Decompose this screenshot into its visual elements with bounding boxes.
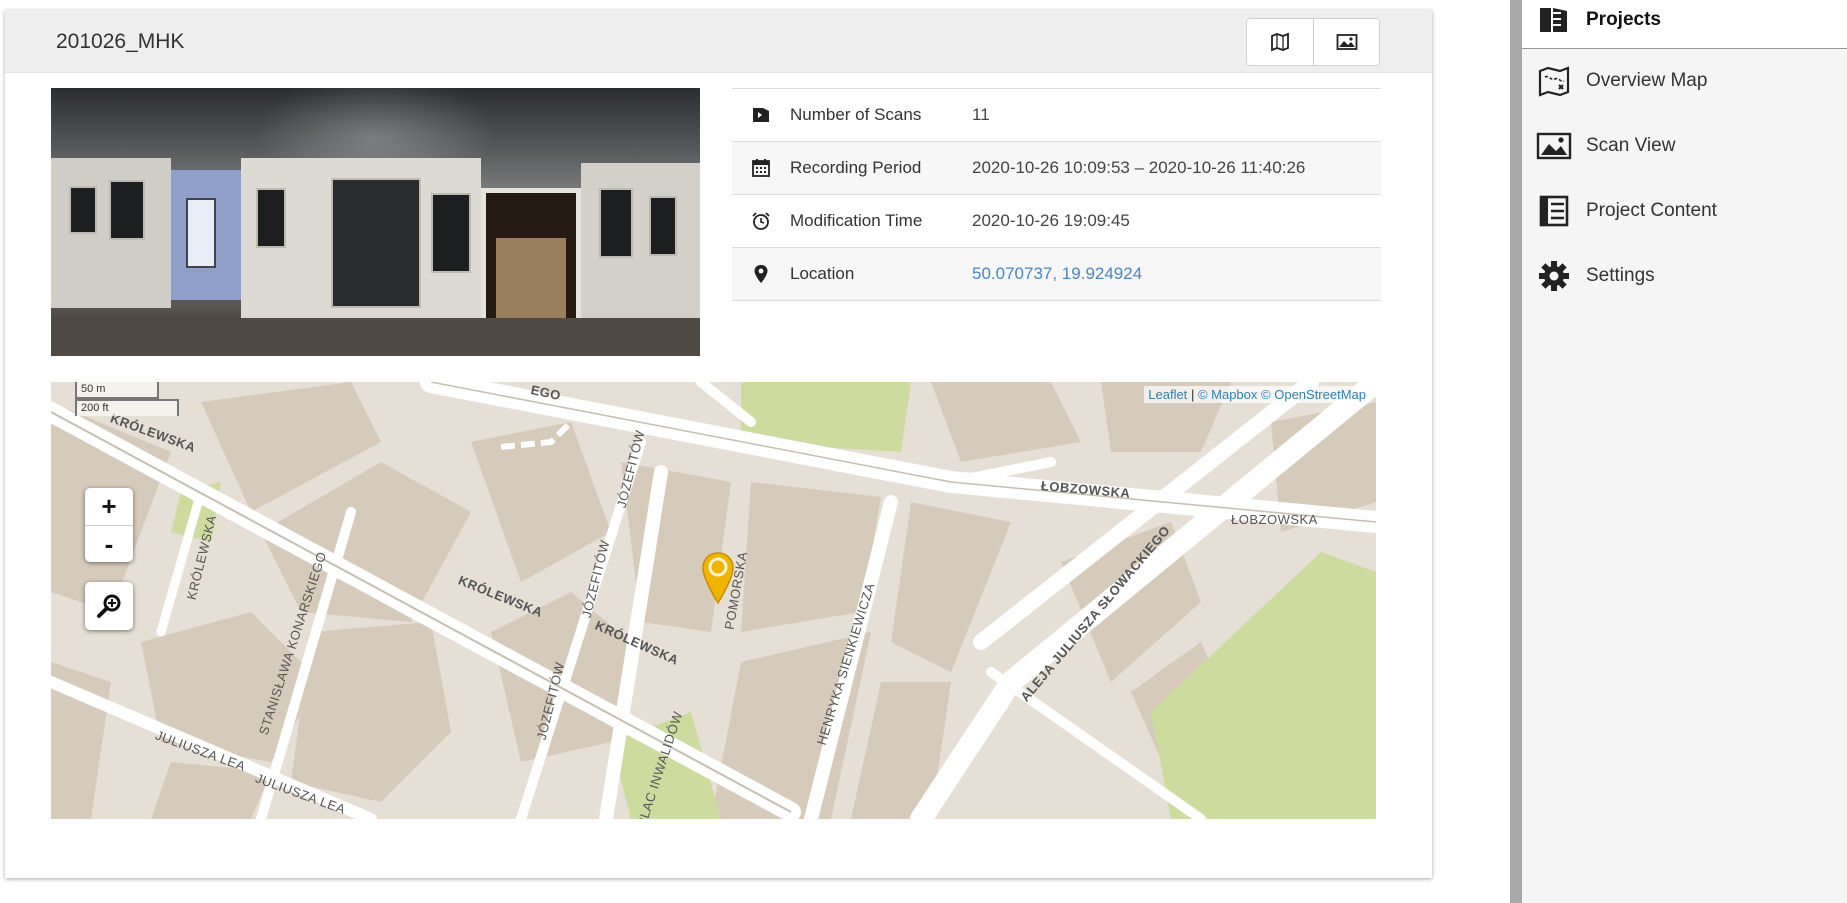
settings-icon — [1539, 261, 1569, 291]
zoom-out-button[interactable]: - — [85, 525, 133, 562]
alarm-clock-icon — [752, 212, 770, 230]
info-row-recording-period: Recording Period 2020-10-26 10:09:53 – 2… — [732, 142, 1381, 195]
sidebar-item-project-content[interactable]: Project Content — [1522, 186, 1847, 236]
sidebar-item-overview-map[interactable]: Overview Map — [1522, 56, 1847, 106]
header-button-group — [1246, 18, 1380, 66]
location-pin-icon — [754, 265, 768, 283]
project-title: 201026_MHK — [56, 30, 185, 53]
recording-period-value: 2020-10-26 10:09:53 – 2020-10-26 11:40:2… — [972, 158, 1306, 177]
leaflet-link[interactable]: Leaflet — [1148, 387, 1187, 402]
project-content-icon — [1539, 195, 1569, 227]
project-header: 201026_MHK — [5, 10, 1432, 73]
map-marker-icon — [702, 552, 734, 605]
map-search-button[interactable] — [85, 582, 133, 630]
magnifier-icon — [97, 594, 121, 618]
open-scan-view-button[interactable] — [1313, 19, 1379, 65]
scans-icon — [753, 108, 769, 122]
overview-map-icon — [1538, 66, 1570, 97]
street-label: ŁOBZOWSKA — [1231, 512, 1318, 527]
image-icon — [1336, 34, 1357, 50]
map-attribution: Leaflet | © Mapbox © OpenStreetMap — [1144, 386, 1370, 403]
info-row-modification-time: Modification Time 2020-10-26 19:09:45 — [732, 195, 1381, 248]
info-row-scans: Number of Scans 11 — [732, 89, 1381, 142]
location-link[interactable]: 50.070737, 19.924924 — [972, 264, 1142, 284]
modification-time-value: 2020-10-26 19:09:45 — [972, 211, 1130, 230]
sidebar-divider[interactable] — [1510, 0, 1522, 903]
open-map-button[interactable] — [1247, 19, 1313, 65]
zoom-control: + - — [85, 488, 133, 562]
info-row-location: Location 50.070737, 19.924924 — [732, 248, 1381, 301]
sidebar-item-projects[interactable]: Projects — [1522, 0, 1847, 49]
projects-icon — [1540, 8, 1567, 32]
project-info-table: Number of Scans 11 Recording Period 2020… — [732, 88, 1381, 301]
sidebar-item-scan-view[interactable]: Scan View — [1522, 121, 1847, 171]
calendar-icon — [752, 159, 770, 177]
location-marker[interactable] — [701, 552, 735, 609]
scan-view-icon — [1536, 132, 1572, 160]
sidebar-item-settings[interactable]: Settings — [1522, 251, 1847, 301]
panorama-preview-image[interactable] — [51, 88, 700, 356]
map-scale: 50 m 200 ft — [75, 382, 179, 416]
openstreetmap-link[interactable]: © OpenStreetMap — [1261, 387, 1366, 402]
sidebar: Projects Overview Map Scan View Project … — [1522, 0, 1847, 903]
location-map[interactable]: EGO KRÓLEWSKA ŁOBZOWSKA ŁOBZOWSKA KRÓLEW… — [51, 382, 1376, 819]
map-icon — [1271, 32, 1289, 52]
mapbox-link[interactable]: © Mapbox — [1198, 387, 1257, 402]
zoom-in-button[interactable]: + — [85, 488, 133, 525]
scan-count: 11 — [972, 105, 990, 124]
